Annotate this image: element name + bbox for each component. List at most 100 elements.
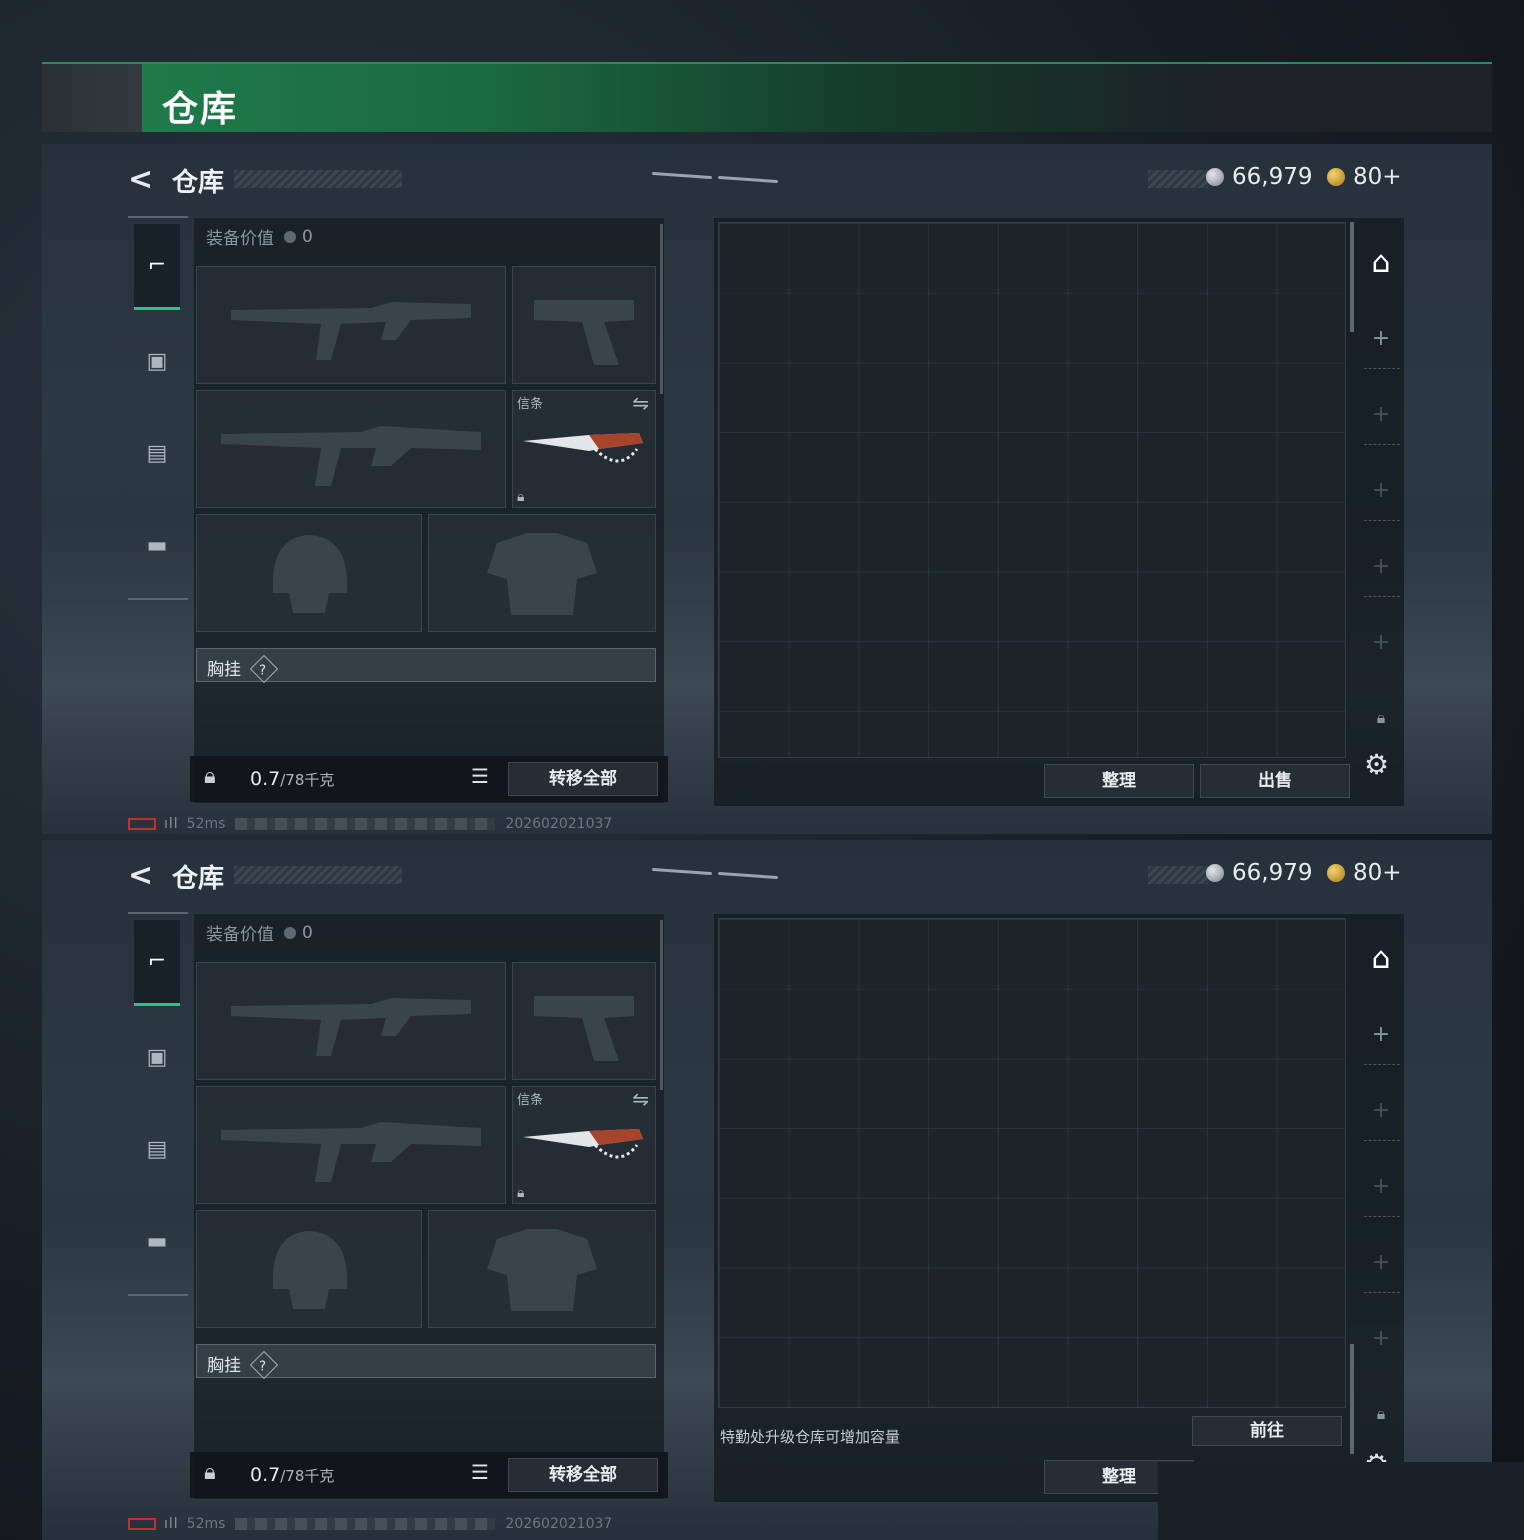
backpack-icon[interactable]: ▣ bbox=[134, 1014, 180, 1100]
helmet-slot[interactable] bbox=[196, 514, 422, 632]
list-icon[interactable]: ☰ bbox=[462, 764, 498, 794]
silver-coin-icon bbox=[1206, 168, 1224, 186]
silver-currency[interactable]: 66,979 bbox=[1206, 164, 1312, 190]
armor-silhouette-icon bbox=[487, 533, 597, 615]
add-tab-icon[interactable]: + bbox=[1358, 384, 1404, 444]
rifle-silhouette-icon bbox=[231, 998, 471, 1056]
header-stripes bbox=[234, 866, 402, 884]
primary-weapon-slot[interactable] bbox=[196, 266, 506, 384]
secondary-weapon-slot[interactable] bbox=[196, 390, 506, 508]
rifle-silhouette-icon bbox=[221, 1122, 481, 1182]
pistol-icon[interactable]: ⌐ bbox=[134, 920, 180, 1006]
coin-icon bbox=[284, 926, 296, 939]
gold-coin-icon bbox=[1327, 864, 1345, 882]
storage-tabs: ⌂ + + + + + 🔒︎ bbox=[1358, 218, 1404, 778]
silver-coin-icon bbox=[1206, 864, 1224, 882]
equipment-panel: 装备价值 0 信条 ⇋ 🔒︎ 胸挂 ? 🔒︎ 0.7/78千克 ☰ 转移全部 bbox=[190, 218, 668, 803]
signal-icon: ıll bbox=[164, 1516, 179, 1532]
armor-slot[interactable] bbox=[428, 514, 656, 632]
equipment-panel: 装备价值 0 信条 ⇋ 🔒︎ 胸挂 ? 🔒︎ 0.7/78千克 ☰ 转移全部 bbox=[190, 914, 668, 1499]
melee-slot[interactable]: 信条 ⇋ 🔒︎ bbox=[512, 1086, 656, 1204]
primary-weapon-slot[interactable] bbox=[196, 962, 506, 1080]
back-chevron-icon[interactable]: < bbox=[128, 162, 153, 197]
melee-slot[interactable]: 信条 ⇋ 🔒︎ bbox=[512, 390, 656, 508]
signal-icon: ıll bbox=[164, 816, 179, 832]
goto-button[interactable]: 前往 bbox=[1192, 1416, 1342, 1446]
equipment-scrollbar[interactable] bbox=[660, 920, 663, 1090]
helmet-slot[interactable] bbox=[196, 1210, 422, 1328]
equipment-value: 装备价值 0 bbox=[206, 922, 313, 946]
medkit-icon[interactable]: ▤ bbox=[134, 1106, 180, 1192]
storage-grid[interactable] bbox=[718, 222, 1346, 758]
category-bar: ⌐ ▣ ▤ ▬ bbox=[128, 216, 188, 600]
coin-icon bbox=[284, 230, 296, 243]
bag-icon: 🔒︎ bbox=[204, 1460, 216, 1485]
warehouse-grid-panel: ⌂ + + + + + 🔒︎ 特勤处升级仓库可增加容量 前往 整理 ⚙ bbox=[714, 914, 1404, 1502]
rifle-silhouette-icon bbox=[221, 426, 481, 486]
transfer-all-button[interactable]: 转移全部 bbox=[508, 1458, 658, 1492]
help-icon[interactable]: ? bbox=[250, 1350, 279, 1380]
list-icon[interactable]: ☰ bbox=[462, 1460, 498, 1490]
header-stripes-right bbox=[1148, 866, 1208, 884]
header-stripes-right bbox=[1148, 170, 1208, 188]
storage-tabs: ⌂ + + + + + 🔒︎ bbox=[1358, 914, 1404, 1474]
title-bar-left-block bbox=[42, 64, 142, 132]
upgrade-note: 特勤处升级仓库可增加容量 bbox=[720, 1428, 901, 1446]
warehouse-home-icon[interactable]: ⌂ bbox=[1358, 232, 1404, 292]
add-tab-icon[interactable]: + bbox=[1358, 1080, 1404, 1140]
add-tab-icon[interactable]: + bbox=[1358, 1308, 1404, 1368]
rifle-silhouette-icon bbox=[231, 302, 471, 360]
pistol-icon[interactable]: ⌐ bbox=[134, 224, 180, 310]
chest-rig-slot[interactable]: 胸挂 ? bbox=[196, 648, 656, 684]
swap-icon[interactable]: ⇋ bbox=[632, 1087, 649, 1111]
pistol-slot[interactable] bbox=[512, 962, 656, 1080]
backpack-icon[interactable]: ▣ bbox=[134, 318, 180, 404]
blurred-id bbox=[235, 818, 496, 830]
title-bar-gradient bbox=[142, 64, 1492, 132]
add-tab-icon[interactable]: + bbox=[1358, 308, 1404, 368]
status-line: ıll 52ms 202602021037 bbox=[128, 1516, 612, 1532]
header-title: 仓库 bbox=[172, 864, 225, 894]
toolbox-icon[interactable]: ▬ bbox=[134, 502, 180, 588]
help-icon[interactable]: ? bbox=[250, 654, 279, 684]
toolbox-icon[interactable]: ▬ bbox=[134, 1198, 180, 1284]
header-title: 仓库 bbox=[172, 168, 225, 198]
swap-icon[interactable]: ⇋ bbox=[632, 391, 649, 415]
grid-scrollbar[interactable] bbox=[1350, 222, 1354, 332]
sort-button[interactable]: 整理 bbox=[1044, 764, 1194, 798]
silver-currency[interactable]: 66,979 bbox=[1206, 860, 1312, 886]
equipment-scrollbar[interactable] bbox=[660, 224, 663, 394]
medkit-icon[interactable]: ▤ bbox=[134, 410, 180, 496]
page-title: 仓库 bbox=[162, 89, 239, 130]
pistol-slot[interactable] bbox=[512, 266, 656, 384]
add-tab-icon[interactable]: + bbox=[1358, 1156, 1404, 1216]
ceiling-lights bbox=[651, 867, 782, 884]
back-chevron-icon[interactable]: < bbox=[128, 858, 153, 893]
helmet-silhouette-icon bbox=[273, 1231, 347, 1309]
blurred-id bbox=[235, 1518, 496, 1530]
gold-coin-icon bbox=[1327, 168, 1345, 186]
equipment-value: 装备价值 0 bbox=[206, 226, 313, 250]
gear-icon[interactable]: ⚙ bbox=[1364, 748, 1389, 781]
knife-icon bbox=[523, 433, 643, 463]
battery-icon bbox=[128, 818, 156, 830]
warehouse-home-icon[interactable]: ⌂ bbox=[1358, 928, 1404, 988]
bag-icon: 🔒︎ bbox=[204, 764, 216, 789]
add-tab-icon[interactable]: + bbox=[1358, 612, 1404, 672]
title-bar bbox=[42, 62, 1492, 132]
grid-scrollbar[interactable] bbox=[1350, 1344, 1354, 1454]
add-tab-icon[interactable]: + bbox=[1358, 1232, 1404, 1292]
add-tab-icon[interactable]: + bbox=[1358, 1004, 1404, 1064]
storage-grid[interactable] bbox=[718, 918, 1346, 1408]
knife-icon bbox=[523, 1129, 643, 1159]
sell-button[interactable]: 出售 bbox=[1200, 764, 1350, 798]
secondary-weapon-slot[interactable] bbox=[196, 1086, 506, 1204]
chest-rig-slot[interactable]: 胸挂 ? bbox=[196, 1344, 656, 1380]
pistol-silhouette-icon bbox=[534, 300, 634, 365]
gold-currency[interactable]: 80+ bbox=[1327, 164, 1402, 190]
gold-currency[interactable]: 80+ bbox=[1327, 860, 1402, 886]
armor-slot[interactable] bbox=[428, 1210, 656, 1328]
transfer-all-button[interactable]: 转移全部 bbox=[508, 762, 658, 796]
add-tab-icon[interactable]: + bbox=[1358, 536, 1404, 596]
add-tab-icon[interactable]: + bbox=[1358, 460, 1404, 520]
